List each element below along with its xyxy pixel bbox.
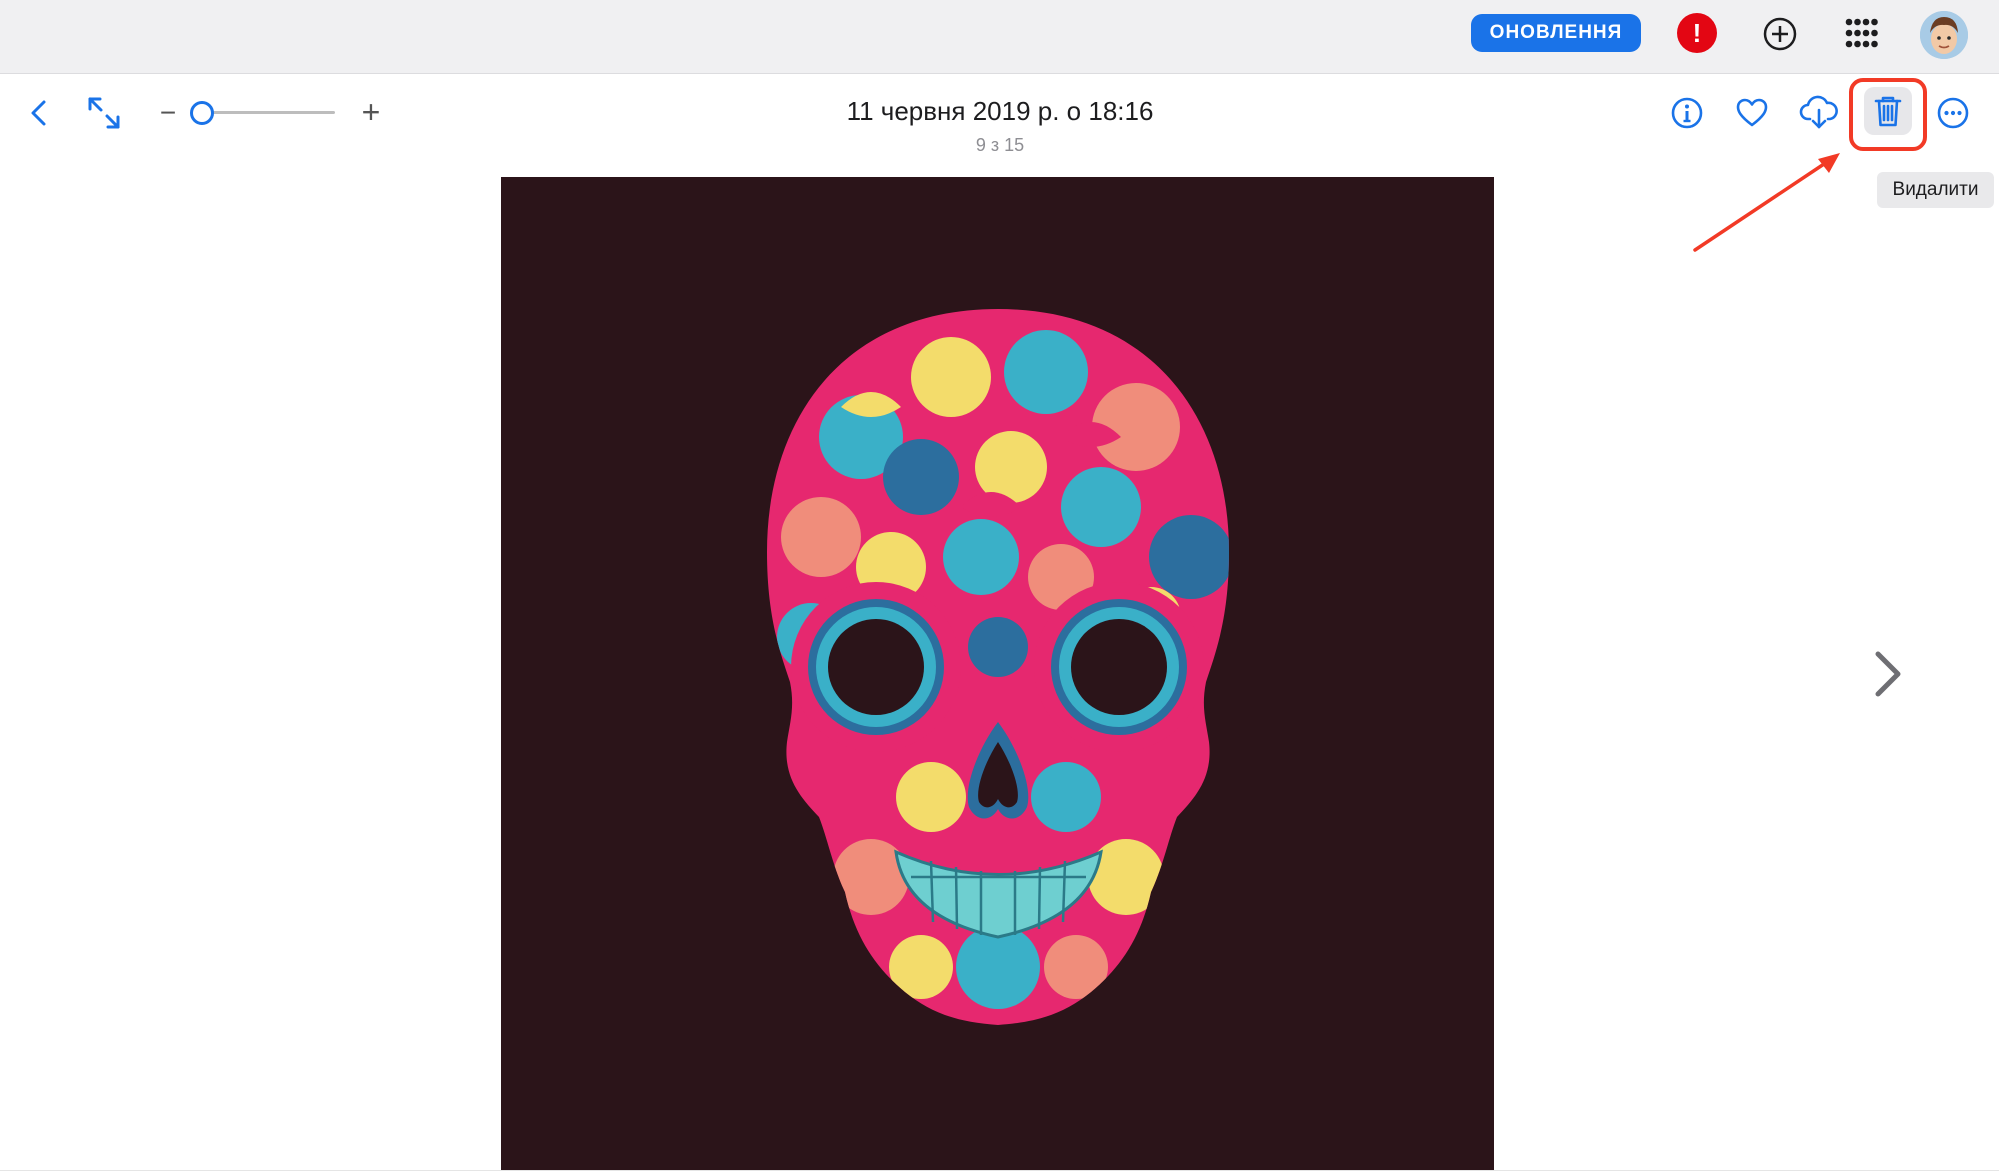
zoom-out-button[interactable]: − xyxy=(146,91,190,135)
delete-tooltip: Видалити xyxy=(1877,172,1994,208)
next-photo-button[interactable] xyxy=(1868,646,1908,702)
photo-image xyxy=(501,177,1494,1170)
add-circle-icon[interactable] xyxy=(1760,14,1800,54)
avatar[interactable] xyxy=(1920,11,1968,59)
zoom-slider-handle[interactable] xyxy=(190,101,214,125)
photo-position: 9 з 15 xyxy=(975,135,1025,155)
chevron-right-icon xyxy=(1875,651,1901,697)
top-bar: ОНОВЛЕННЯ ! xyxy=(0,0,1999,74)
annotation-arrow xyxy=(1693,153,1840,252)
heart-icon[interactable] xyxy=(1730,91,1774,135)
bottom-divider xyxy=(0,1170,1999,1171)
zoom-in-button[interactable]: + xyxy=(349,90,393,134)
update-button[interactable]: ОНОВЛЕННЯ xyxy=(1471,14,1641,52)
cloud-download-icon[interactable] xyxy=(1797,91,1841,135)
alert-icon[interactable]: ! xyxy=(1677,13,1717,53)
back-icon[interactable] xyxy=(18,91,62,135)
delete-highlight-box xyxy=(1849,78,1927,151)
sugar-skull-illustration xyxy=(767,309,1229,1025)
info-icon[interactable] xyxy=(1665,91,1709,135)
photo-date-title: 11 червня 2019 р. о 18:16 xyxy=(846,96,1154,126)
fullscreen-icon[interactable] xyxy=(82,91,126,135)
apps-grid-icon[interactable] xyxy=(1842,14,1882,54)
zoom-slider-track[interactable] xyxy=(195,111,335,114)
more-icon[interactable] xyxy=(1931,91,1975,135)
